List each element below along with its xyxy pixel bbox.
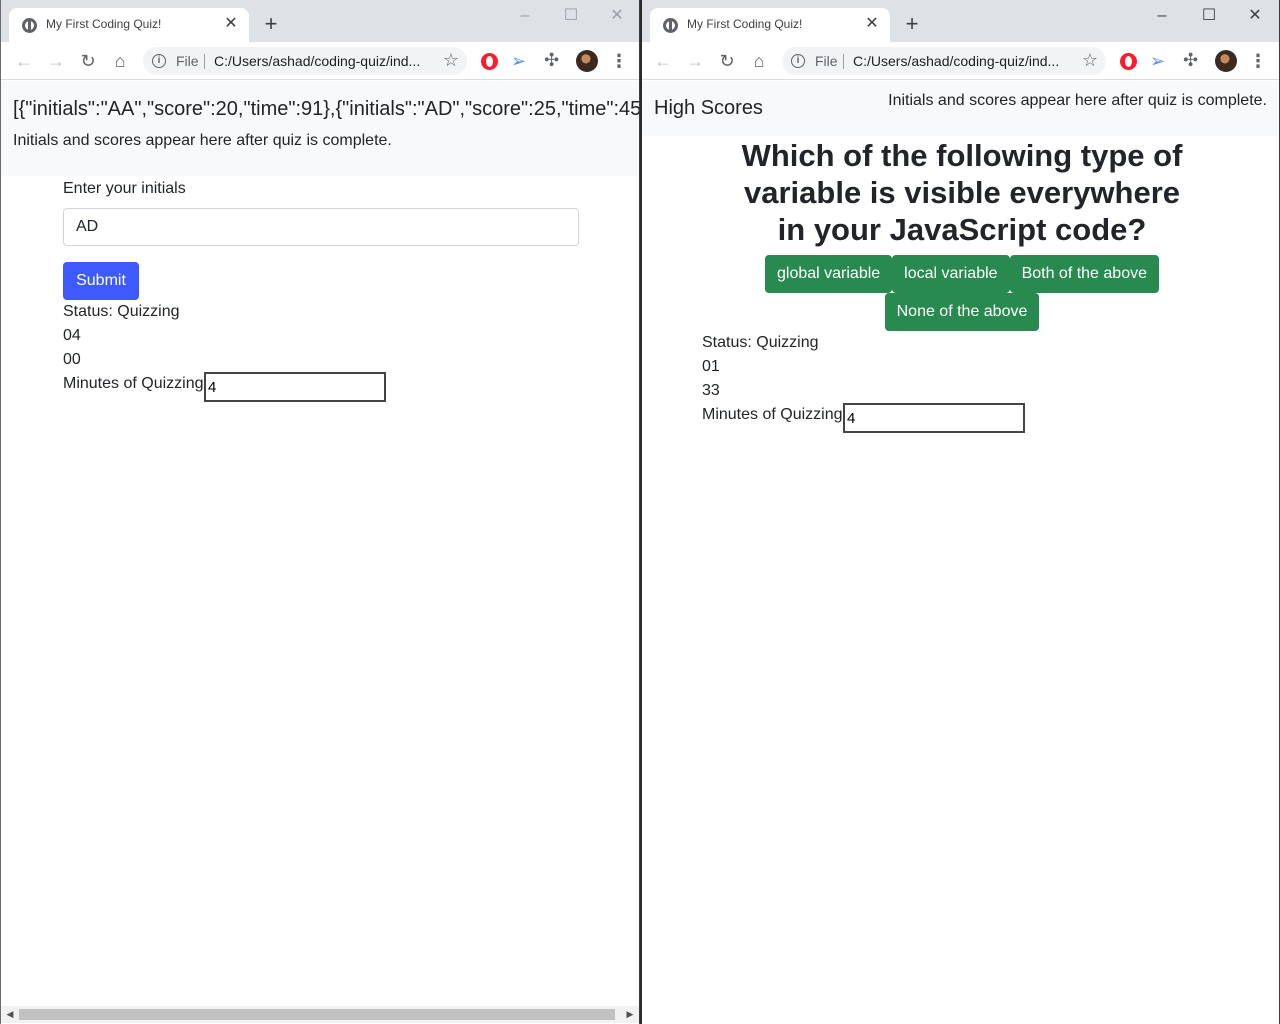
status-text: Status: Quizzing: [63, 303, 180, 320]
timer-seconds: 33: [702, 382, 720, 399]
right-browser-window: My First Coding Quiz! ✕ + – ☐ ✕ ← → ↻ ⌂ …: [640, 0, 1280, 1024]
back-icon[interactable]: ←: [650, 48, 676, 74]
puzzle-icon[interactable]: ✣: [1183, 50, 1198, 70]
reload-icon[interactable]: ↻: [75, 48, 101, 74]
kebab-menu-icon[interactable]: ⋮: [1249, 50, 1267, 72]
tab-strip: My First Coding Quiz! ✕ + – ☐ ✕: [1, 0, 639, 42]
reload-icon[interactable]: ↻: [714, 48, 740, 74]
star-icon[interactable]: ☆: [1082, 50, 1098, 71]
scores-note: Initials and scores appear here after qu…: [13, 132, 392, 149]
minutes-input[interactable]: [843, 403, 1025, 433]
high-scores-title[interactable]: High Scores: [654, 97, 763, 120]
back-icon[interactable]: ←: [11, 48, 37, 74]
scroll-right-icon[interactable]: ▶: [623, 1008, 637, 1021]
tab-strip: My First Coding Quiz! ✕ + – ☐ ✕: [642, 0, 1279, 42]
close-tab-icon[interactable]: ✕: [221, 14, 241, 34]
minimize-icon[interactable]: –: [1147, 4, 1177, 28]
initials-input[interactable]: [63, 208, 579, 246]
puzzle-icon[interactable]: ✣: [544, 50, 559, 70]
star-icon[interactable]: ☆: [443, 50, 459, 71]
left-browser-window: My First Coding Quiz! ✕ + – ☐ ✕ ← → ↻ ⌂ …: [0, 0, 640, 1024]
minutes-input[interactable]: [204, 372, 386, 402]
home-icon[interactable]: ⌂: [107, 48, 133, 74]
close-tab-icon[interactable]: ✕: [862, 14, 882, 34]
address-divider: [204, 54, 205, 69]
header-band: [{"initials":"AA","score":20,"time":91},…: [1, 81, 639, 176]
send-extension-icon[interactable]: ➢: [511, 51, 526, 71]
home-icon[interactable]: ⌂: [746, 48, 772, 74]
initials-label: Enter your initials: [63, 180, 186, 197]
globe-icon: [663, 18, 678, 33]
minutes-label: Minutes of Quizzing: [63, 375, 204, 392]
answer-button[interactable]: local variable: [892, 255, 1010, 293]
maximize-icon[interactable]: ☐: [1194, 4, 1224, 28]
forward-icon[interactable]: →: [43, 48, 69, 74]
answer-button[interactable]: global variable: [764, 255, 893, 293]
opera-extension-icon[interactable]: [1120, 53, 1137, 70]
timer-seconds: 00: [63, 351, 81, 368]
forward-icon[interactable]: →: [682, 48, 708, 74]
browser-tab[interactable]: My First Coding Quiz! ✕: [9, 8, 249, 42]
page-content: [{"initials":"AA","score":20,"time":91},…: [1, 81, 639, 1024]
address-divider: [843, 54, 844, 69]
answer-button[interactable]: None of the above: [884, 293, 1040, 331]
address-url[interactable]: C:/Users/ashad/coding-quiz/ind...: [853, 53, 1059, 69]
address-bar[interactable]: i File C:/Users/ashad/coding-quiz/ind...…: [782, 47, 1106, 75]
new-tab-plus-icon[interactable]: +: [259, 12, 283, 36]
high-scores-json: [{"initials":"AA","score":20,"time":91},…: [13, 98, 640, 120]
info-icon[interactable]: i: [152, 54, 166, 68]
minimize-icon[interactable]: –: [510, 4, 540, 28]
maximize-icon[interactable]: ☐: [556, 4, 586, 28]
globe-icon: [22, 18, 37, 33]
question-heading: Which of the following type of variable …: [741, 138, 1183, 247]
answer-buttons: global variable local variable Both of t…: [702, 255, 1222, 331]
page-content: High Scores Initials and scores appear h…: [642, 81, 1279, 1024]
avatar[interactable]: [1215, 50, 1237, 72]
browser-tab[interactable]: My First Coding Quiz! ✕: [650, 8, 890, 42]
new-tab-plus-icon[interactable]: +: [900, 12, 924, 36]
browser-toolbar: ← → ↻ ⌂ i File C:/Users/ashad/coding-qui…: [1, 42, 639, 80]
scrollbar-thumb[interactable]: [19, 1009, 615, 1020]
scroll-left-icon[interactable]: ◀: [3, 1008, 17, 1021]
minutes-label: Minutes of Quizzing: [702, 406, 843, 423]
status-text: Status: Quizzing: [702, 334, 819, 351]
header-band: High Scores Initials and scores appear h…: [642, 81, 1279, 136]
kebab-menu-icon[interactable]: ⋮: [610, 50, 628, 72]
horizontal-scrollbar[interactable]: ◀ ▶: [1, 1006, 639, 1023]
send-extension-icon[interactable]: ➢: [1150, 51, 1165, 71]
timer-minutes: 01: [702, 358, 720, 375]
opera-extension-icon[interactable]: [481, 53, 498, 70]
answer-button[interactable]: Both of the above: [1009, 255, 1159, 293]
browser-toolbar: ← → ↻ ⌂ i File C:/Users/ashad/coding-qui…: [642, 42, 1279, 80]
timer-minutes: 04: [63, 327, 81, 344]
address-scheme: File: [815, 53, 838, 69]
close-window-icon[interactable]: ✕: [1240, 4, 1270, 28]
close-window-icon[interactable]: ✕: [602, 4, 632, 28]
address-bar[interactable]: i File C:/Users/ashad/coding-quiz/ind...…: [143, 47, 467, 75]
tab-title: My First Coding Quiz!: [46, 17, 162, 31]
info-icon[interactable]: i: [791, 54, 805, 68]
address-scheme: File: [176, 53, 199, 69]
avatar[interactable]: [576, 50, 598, 72]
tab-title: My First Coding Quiz!: [687, 17, 803, 31]
scores-note: Initials and scores appear here after qu…: [888, 92, 1267, 109]
submit-button[interactable]: Submit: [63, 262, 139, 300]
address-url[interactable]: C:/Users/ashad/coding-quiz/ind...: [214, 53, 420, 69]
